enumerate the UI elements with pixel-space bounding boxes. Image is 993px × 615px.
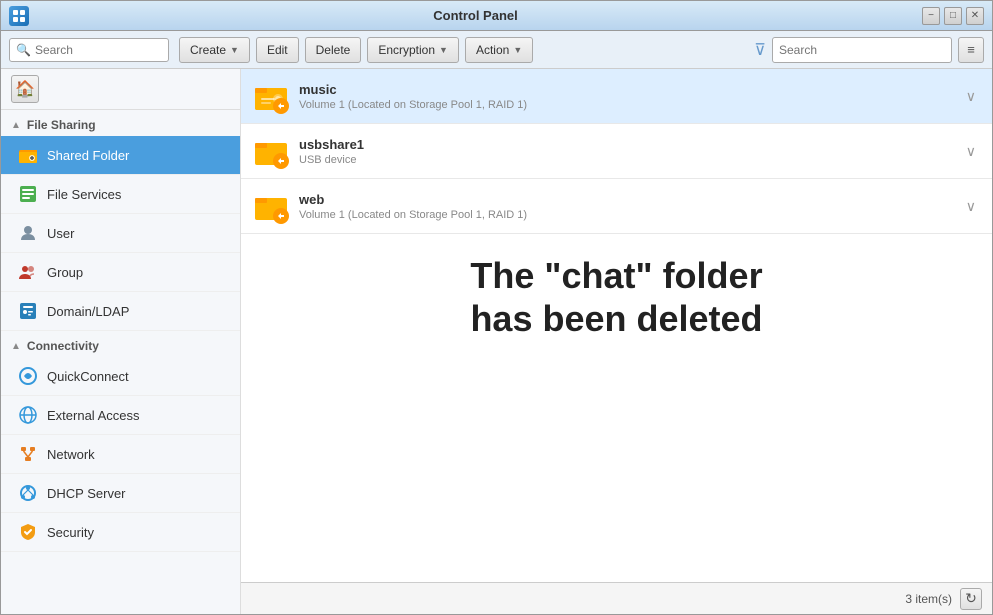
- user-icon: [17, 222, 39, 244]
- folder-name-usbshare1: usbshare1: [299, 137, 962, 152]
- items-count: 3 item(s): [905, 592, 952, 606]
- watermark-line2: has been deleted: [470, 297, 762, 340]
- sidebar-security-label: Security: [47, 525, 94, 540]
- sidebar-item-dhcp-server[interactable]: DHCP Server: [1, 474, 240, 513]
- title-bar-left: [9, 6, 29, 26]
- folder-sub-usbshare1: USB device: [299, 154, 962, 166]
- folder-name-music: music: [299, 82, 962, 97]
- group-icon: [17, 261, 39, 283]
- minimize-button[interactable]: −: [922, 7, 940, 25]
- maximize-button[interactable]: □: [944, 7, 962, 25]
- folder-row-web[interactable]: web Volume 1 (Located on Storage Pool 1,…: [241, 179, 992, 234]
- left-search-input[interactable]: [35, 43, 162, 57]
- folder-sub-web: Volume 1 (Located on Storage Pool 1, RAI…: [299, 209, 962, 221]
- file-sharing-chevron: ▲: [11, 120, 21, 131]
- toolbar: 🔍 Create ▼ Edit Delete Encryption ▼ Acti…: [1, 31, 992, 69]
- title-bar: Control Panel − □ ✕: [1, 1, 992, 31]
- sort-icon: ≡: [967, 42, 975, 57]
- sidebar-item-file-services[interactable]: File Services: [1, 175, 240, 214]
- folder-info-usbshare1: usbshare1 USB device: [299, 137, 962, 166]
- folder-row-usbshare1[interactable]: usbshare1 USB device ∨: [241, 124, 992, 179]
- sidebar-dhcp-server-label: DHCP Server: [47, 486, 126, 501]
- delete-button[interactable]: Delete: [305, 37, 362, 63]
- sidebar-item-network[interactable]: Network: [1, 435, 240, 474]
- file-services-icon: [17, 183, 39, 205]
- delete-label: Delete: [316, 43, 351, 57]
- sidebar-item-quickconnect[interactable]: QuickConnect: [1, 357, 240, 396]
- domain-ldap-icon: [17, 300, 39, 322]
- create-label: Create: [190, 43, 226, 57]
- status-bar: 3 item(s) ↻: [241, 582, 992, 614]
- folder-expand-usbshare1[interactable]: ∨: [962, 139, 980, 164]
- watermark-text: The "chat" folder has been deleted: [470, 254, 762, 340]
- encryption-label: Encryption: [378, 43, 435, 57]
- close-button[interactable]: ✕: [966, 7, 984, 25]
- sidebar-file-services-label: File Services: [47, 187, 121, 202]
- create-button[interactable]: Create ▼: [179, 37, 250, 63]
- watermark-area: The "chat" folder has been deleted: [241, 234, 992, 360]
- folder-info-music: music Volume 1 (Located on Storage Pool …: [299, 82, 962, 111]
- encryption-dropdown-arrow: ▼: [439, 45, 448, 55]
- window-title: Control Panel: [29, 8, 922, 23]
- filter-icon: ⊽: [754, 40, 766, 60]
- action-button[interactable]: Action ▼: [465, 37, 533, 63]
- action-dropdown-arrow: ▼: [513, 45, 522, 55]
- sort-button[interactable]: ≡: [958, 37, 984, 63]
- folder-row-music[interactable]: music Volume 1 (Located on Storage Pool …: [241, 69, 992, 124]
- folder-icon-usbshare1: [253, 133, 289, 169]
- sidebar-item-group[interactable]: Group: [1, 253, 240, 292]
- edit-label: Edit: [267, 43, 288, 57]
- sidebar-quickconnect-label: QuickConnect: [47, 369, 129, 384]
- sidebar-network-label: Network: [47, 447, 95, 462]
- quickconnect-icon: [17, 365, 39, 387]
- folder-expand-web[interactable]: ∨: [962, 194, 980, 219]
- sidebar-item-security[interactable]: Security: [1, 513, 240, 552]
- sidebar-item-external-access[interactable]: External Access: [1, 396, 240, 435]
- sidebar-item-domain-ldap[interactable]: Domain/LDAP: [1, 292, 240, 331]
- file-sharing-section-header[interactable]: ▲ File Sharing: [1, 110, 240, 136]
- sidebar-external-access-label: External Access: [47, 408, 140, 423]
- app-icon: [9, 6, 29, 26]
- sidebar-user-label: User: [47, 226, 74, 241]
- refresh-button[interactable]: ↻: [960, 588, 982, 610]
- home-button[interactable]: 🏠: [11, 75, 39, 103]
- window-controls: − □ ✕: [922, 7, 984, 25]
- dhcp-server-icon: [17, 482, 39, 504]
- external-access-icon: [17, 404, 39, 426]
- connectivity-chevron: ▲: [11, 341, 21, 352]
- security-icon: [17, 521, 39, 543]
- connectivity-section-header[interactable]: ▲ Connectivity: [1, 331, 240, 357]
- network-icon: [17, 443, 39, 465]
- create-dropdown-arrow: ▼: [230, 45, 239, 55]
- action-label: Action: [476, 43, 509, 57]
- sidebar-item-shared-folder[interactable]: Shared Folder: [1, 136, 240, 175]
- folder-icon-web: [253, 188, 289, 224]
- file-sharing-label: File Sharing: [27, 118, 96, 132]
- sidebar-group-label: Group: [47, 265, 83, 280]
- folder-icon-music: [253, 78, 289, 114]
- shared-folder-icon: [17, 144, 39, 166]
- sidebar: 🏠 ▲ File Sharing Shared Fo: [1, 69, 241, 614]
- connectivity-label: Connectivity: [27, 339, 99, 353]
- encryption-button[interactable]: Encryption ▼: [367, 37, 459, 63]
- folder-name-web: web: [299, 192, 962, 207]
- folder-list: music Volume 1 (Located on Storage Pool …: [241, 69, 992, 582]
- main-area: 🏠 ▲ File Sharing Shared Fo: [1, 69, 992, 614]
- edit-button[interactable]: Edit: [256, 37, 299, 63]
- folder-info-web: web Volume 1 (Located on Storage Pool 1,…: [299, 192, 962, 221]
- right-search-input[interactable]: [779, 43, 945, 57]
- control-panel-window: Control Panel − □ ✕ 🔍 Create ▼ Edit Dele…: [0, 0, 993, 615]
- content-area: music Volume 1 (Located on Storage Pool …: [241, 69, 992, 614]
- sidebar-item-user[interactable]: User: [1, 214, 240, 253]
- sidebar-shared-folder-label: Shared Folder: [47, 148, 129, 163]
- right-search-box[interactable]: [772, 37, 952, 63]
- left-search-box[interactable]: 🔍: [9, 38, 169, 62]
- sidebar-domain-ldap-label: Domain/LDAP: [47, 304, 129, 319]
- folder-sub-music: Volume 1 (Located on Storage Pool 1, RAI…: [299, 99, 962, 111]
- folder-expand-music[interactable]: ∨: [962, 84, 980, 109]
- sidebar-home: 🏠: [1, 69, 240, 110]
- left-search-icon: 🔍: [16, 43, 31, 57]
- watermark-line1: The "chat" folder: [470, 254, 762, 297]
